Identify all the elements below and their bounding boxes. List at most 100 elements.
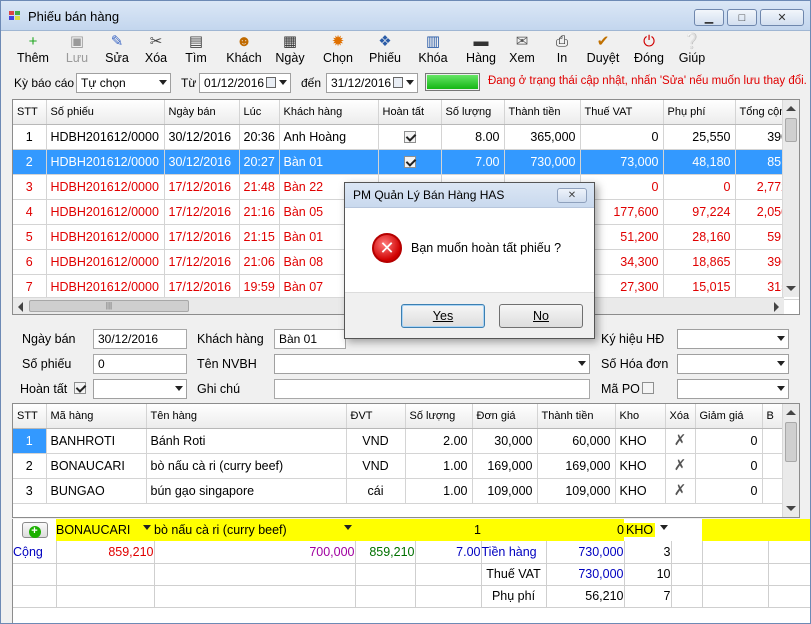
column-header[interactable]: Giảm giá (695, 404, 763, 429)
minimize-button[interactable]: ▁ (694, 9, 724, 26)
toolbar-button-4[interactable]: ▤ Tìm (177, 33, 215, 69)
items-vertical-scrollbar[interactable] (782, 404, 799, 517)
column-header[interactable]: Số phiếu (46, 100, 165, 125)
toolbar-button-9[interactable]: ▥ Khóa (413, 33, 453, 69)
column-header[interactable]: Kho (615, 404, 666, 429)
scroll-down-icon[interactable] (786, 506, 796, 511)
scroll-up-icon[interactable] (786, 106, 796, 111)
entry-item-name[interactable]: bò nấu cà ri (curry beef) (154, 519, 355, 541)
customer-field[interactable]: Bàn 01 (274, 329, 346, 349)
from-date-picker[interactable]: 01/12/2016 (199, 73, 291, 93)
column-header[interactable]: STT (13, 404, 47, 429)
toolbar-button-12[interactable]: ⎙ In (547, 33, 577, 69)
column-header[interactable]: STT (13, 100, 47, 125)
yes-button[interactable]: Yes (401, 304, 485, 328)
delete-item-icon[interactable]: ✗ (674, 458, 687, 473)
toolbar-button-10[interactable]: ▬ Hàng (461, 33, 501, 69)
completed-checkbox[interactable] (403, 131, 416, 144)
toolbar-button-15[interactable]: ❔ Giúp (673, 33, 711, 69)
select-icon: ✹ (331, 33, 345, 50)
invoice-symbol-select[interactable] (677, 329, 789, 349)
close-window-button[interactable]: ✕ (760, 9, 804, 26)
column-header[interactable]: Mã hàng (46, 404, 147, 429)
no-button[interactable]: No (499, 304, 583, 328)
invoice-cell-pp: 48,180 (663, 149, 736, 175)
column-header[interactable]: Đơn giá (472, 404, 538, 429)
to-date-picker[interactable]: 31/12/2016 (326, 73, 418, 93)
column-header[interactable]: ĐVT (346, 404, 406, 429)
scroll-down-icon[interactable] (786, 286, 796, 291)
column-header[interactable]: Khách hàng (279, 100, 379, 125)
column-header[interactable]: Số lượng (405, 404, 473, 429)
dialog-close-button[interactable]: ✕ (557, 188, 587, 203)
invoice-cell-stt: 1 (13, 124, 47, 150)
scroll-right-icon[interactable] (774, 302, 779, 312)
toolbar-button-7[interactable]: ✹ Chọn (316, 33, 360, 69)
item-cell-dg: 109,000 (472, 478, 538, 504)
toolbar-button-2[interactable]: ✎ Sửa (98, 33, 136, 69)
item-cell-tt: 169,000 (537, 453, 616, 479)
po-code-checkbox[interactable] (642, 382, 654, 394)
column-header[interactable]: Ngày bán (164, 100, 240, 125)
toolbar-button-8[interactable]: ❖ Phiếu (365, 33, 405, 69)
entry-unit[interactable] (355, 519, 415, 541)
column-header[interactable]: Phụ phí (663, 100, 736, 125)
delete-item-icon[interactable]: ✗ (674, 433, 687, 448)
note-field[interactable] (274, 379, 590, 399)
sale-date-field[interactable]: 30/12/2016 (93, 329, 187, 349)
save-icon: ▣ (69, 33, 85, 50)
completed-select[interactable] (93, 379, 187, 399)
toolbar-button-0[interactable]: + Thêm (14, 33, 52, 69)
toolbar-button-11[interactable]: ✉ Xem (504, 33, 540, 69)
toolbar-button-6[interactable]: ▦ Ngày (269, 33, 311, 69)
entry-discount[interactable] (702, 519, 768, 541)
table-row[interactable]: 2 HDBH201612/0000 30/12/2016 20:27 Bàn 01 7.0… (13, 149, 799, 175)
column-header[interactable]: Thành tiền (504, 100, 581, 125)
maximize-button[interactable]: □ (727, 9, 757, 26)
entry-quantity[interactable]: 1 (415, 519, 481, 541)
po-code-select[interactable] (677, 379, 789, 399)
toolbar-button-3[interactable]: ✂ Xóa (139, 33, 173, 69)
scroll-up-icon[interactable] (786, 410, 796, 415)
scroll-thumb[interactable]: ||| (29, 300, 189, 312)
scroll-thumb[interactable] (785, 422, 797, 462)
entry-amount[interactable]: 0 (546, 519, 624, 541)
sum-quantity: 7.00 (415, 541, 482, 564)
voucher-number-label: Số phiếu (22, 357, 72, 371)
entry-item-code[interactable]: BONAUCARI (56, 519, 154, 541)
chevron-down-icon (344, 525, 352, 530)
delete-item-icon[interactable]: ✗ (674, 483, 687, 498)
column-header[interactable]: Số lượng (441, 100, 505, 125)
scroll-left-icon[interactable] (18, 302, 23, 312)
toolbar-button-14[interactable]: ⏻ Đóng (627, 33, 671, 69)
scroll-thumb[interactable] (785, 118, 797, 142)
add-item-button[interactable]: + (21, 522, 48, 538)
table-row[interactable]: 1 HDBH201612/0000 30/12/2016 20:36 Anh Hoàng… (13, 124, 799, 150)
entry-price[interactable] (481, 519, 546, 541)
column-header[interactable]: Thuế VAT (580, 100, 664, 125)
salesperson-label: Tên NVBH (197, 357, 257, 371)
toolbar-button-13[interactable]: ✔ Duyệt (583, 33, 623, 69)
voucher-number-field[interactable]: 0 (93, 354, 187, 374)
column-header[interactable]: Xóa (665, 404, 696, 429)
column-header[interactable]: Thành tiền (537, 404, 616, 429)
list-item[interactable]: 3 BUNGAO bún gạo singapore cái 1.00 109,000 10… (13, 478, 799, 504)
column-header[interactable]: Tên hàng (146, 404, 347, 429)
entry-extra[interactable] (768, 519, 810, 541)
column-header[interactable]: Hoàn tất (378, 100, 442, 125)
completed-checkbox[interactable] (403, 156, 416, 169)
item-cell-ma: BANHROTI (46, 428, 147, 454)
toolbar-button-5[interactable]: ☻ Khách (222, 33, 266, 69)
goods-total-label: Tiền hàng (481, 541, 547, 564)
salesperson-select[interactable] (274, 354, 590, 374)
column-header[interactable]: Lúc (239, 100, 280, 125)
list-item[interactable]: 1 BANHROTI Bánh Roti VND 2.00 30,000 60,000 KHO… (13, 428, 799, 454)
invoice-number-select[interactable] (677, 354, 789, 374)
chevron-down-icon (279, 80, 287, 85)
period-select[interactable]: Tự chọn (76, 73, 171, 93)
toolbar-button-label: Hàng (466, 51, 496, 65)
list-item[interactable]: 2 BONAUCARI bò nấu cà ri (curry beef) VND 1.… (13, 453, 799, 479)
invoice-vertical-scrollbar[interactable] (782, 100, 799, 297)
entry-warehouse[interactable]: KHO (624, 519, 671, 541)
completed-checkbox[interactable] (74, 382, 86, 394)
